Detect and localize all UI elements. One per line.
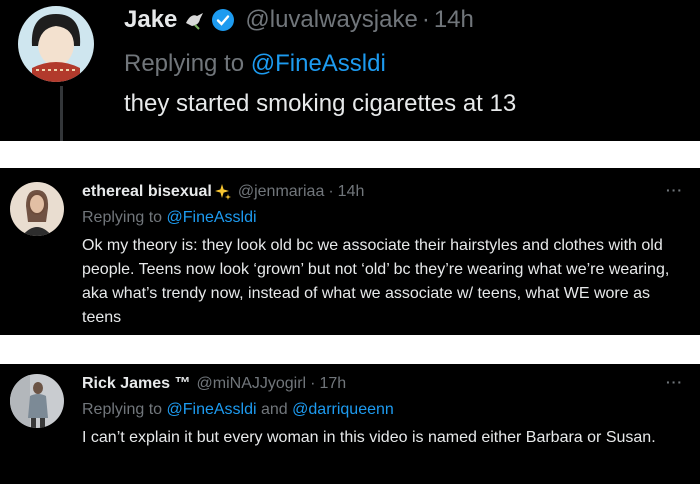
dove-emoji-icon [183, 9, 205, 31]
replying-label: Replying to [82, 209, 163, 226]
user-handle[interactable]: @miNAJJyogirl [197, 375, 307, 393]
verified-badge-icon [211, 8, 235, 32]
replying-to-link[interactable]: @FineAssldi [167, 401, 257, 418]
tweet-text: they started smoking cigarettes at 13 [124, 90, 517, 117]
tweet-header: ethereal bisexual @jenmariaa · 14h [82, 183, 364, 201]
replying-to-link[interactable]: @FineAssldi [167, 209, 257, 226]
replying-label: Replying to [82, 401, 163, 418]
timestamp[interactable]: 14h [434, 6, 474, 34]
display-name[interactable]: Jake [124, 6, 177, 34]
separator-dot: · [421, 6, 430, 33]
replying-to: Replying to @FineAssldi [124, 50, 386, 78]
display-name[interactable]: Rick James ™ [82, 375, 191, 393]
replying-label: Replying to [124, 50, 245, 77]
replying-to-link[interactable]: @FineAssldi [251, 50, 386, 77]
thread-line [60, 86, 63, 141]
more-options-icon[interactable]: ··· [666, 182, 683, 198]
separator-dot: · [310, 375, 316, 392]
tweet-text: I can’t explain it but every woman in th… [82, 429, 656, 446]
tweet-header: Rick James ™ @miNAJJyogirl · 17h [82, 375, 346, 393]
avatar[interactable] [10, 182, 64, 236]
tweet-text: Ok my theory is: they look old bc we ass… [82, 237, 670, 326]
tweet-jake[interactable]: Jake @luvalwaysjake · 14h Replying to @F… [0, 0, 700, 141]
tweet-ethereal-bisexual[interactable]: ethereal bisexual @jenmariaa · 14h ··· R… [0, 168, 700, 335]
tweet-rick-james[interactable]: Rick James ™ @miNAJJyogirl · 17h ··· Rep… [0, 364, 700, 484]
user-handle[interactable]: @luvalwaysjake [245, 6, 417, 34]
replying-to-link-2[interactable]: @darriqueenn [292, 401, 394, 418]
display-name[interactable]: ethereal bisexual [82, 183, 212, 201]
replying-to: Replying to @FineAssldi [82, 209, 257, 227]
avatar[interactable] [10, 374, 64, 428]
timestamp[interactable]: 14h [338, 183, 365, 201]
timestamp[interactable]: 17h [319, 375, 346, 393]
tweet-header: Jake @luvalwaysjake · 14h [124, 6, 474, 34]
and-label: and [261, 401, 288, 418]
user-handle[interactable]: @jenmariaa [238, 183, 325, 201]
sparkles-emoji-icon [214, 183, 232, 201]
replying-to: Replying to @FineAssldi and @darriqueenn [82, 401, 394, 419]
more-options-icon[interactable]: ··· [666, 374, 683, 390]
separator-dot: · [328, 183, 334, 200]
avatar[interactable] [18, 6, 94, 82]
